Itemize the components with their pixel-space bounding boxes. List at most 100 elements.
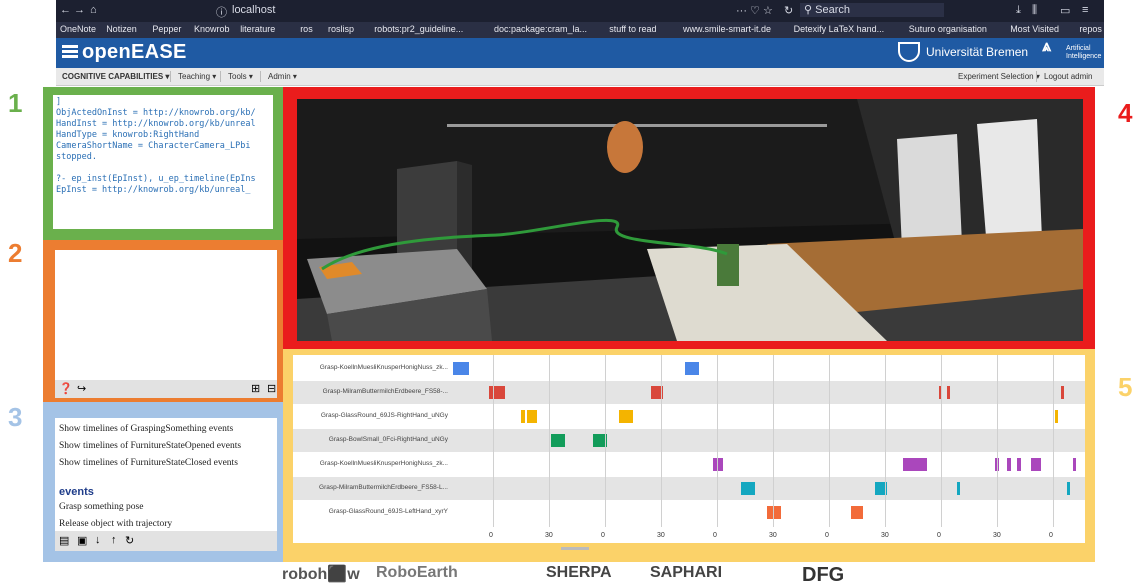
timeline-row: Grasp-BowlSmall_0Fci-RightHand_uNGy [293, 429, 1085, 452]
timeline-row-label: Grasp-BowlSmall_0Fci-RightHand_uNGy [328, 436, 448, 443]
save-icon[interactable]: ▣ [77, 534, 87, 547]
timeline-tick-label: 0 [937, 532, 941, 539]
timeline-gridline [605, 355, 606, 527]
timeline-event-bar[interactable] [527, 410, 537, 423]
bookmark-item[interactable]: OneNote [60, 24, 96, 34]
resize-handle[interactable] [561, 547, 589, 550]
console-output[interactable]: ] ObjActedOnInst = http://knowrob.org/kb/… [53, 95, 273, 229]
timeline-gridline [997, 355, 998, 527]
3d-canvas[interactable] [297, 99, 1083, 341]
library-toolbar: ▤ ▣ ↓ ↑ ↻ [55, 531, 277, 551]
library-query-item[interactable]: Show timelines of FurnitureStateClosed e… [59, 458, 238, 468]
reload-icon[interactable]: ↻ [784, 4, 793, 17]
main-menu: COGNITIVE CAPABILITIES ▾ Teaching ▾ Tool… [56, 68, 1104, 86]
menu-tools[interactable]: Tools ▾ [228, 72, 253, 81]
timeline-event-bar[interactable] [1061, 386, 1064, 399]
logo-icon [62, 45, 78, 59]
timeline-tick-label: 30 [545, 532, 553, 539]
run-query-icon[interactable]: ↪ [77, 382, 86, 395]
timeline-event-bar[interactable] [1073, 458, 1076, 471]
sherpa-logo: SHERPA [546, 564, 612, 581]
url-text[interactable]: localhost [232, 4, 275, 16]
timeline-gridline [941, 355, 942, 527]
menu-teaching[interactable]: Teaching ▾ [178, 72, 216, 81]
back-icon[interactable]: ← [60, 4, 71, 16]
panel-timeline: Grasp-KoellnMuesliKnusperHonigNuss_zk...… [283, 349, 1095, 562]
timeline-event-bar[interactable] [957, 482, 960, 495]
arrow-down-icon[interactable]: ↓ [95, 534, 101, 546]
menu-icon[interactable]: ≡ [1082, 4, 1088, 16]
library-query-item[interactable]: Show timelines of FurnitureStateOpened e… [59, 441, 241, 451]
library-event-item[interactable]: Release object with trajectory [59, 519, 172, 529]
timeline-event-bar[interactable] [1055, 410, 1058, 423]
bookmark-item[interactable]: Most Visited [1010, 24, 1059, 34]
timeline-row: Grasp-GlassRound_69JS-RightHand_uNGy [293, 405, 1085, 428]
bookmark-item[interactable]: Detexify LaTeX hand... [794, 24, 885, 34]
bookmark-item[interactable]: stuff to read [609, 24, 656, 34]
robohow-logo: roboh⬛w [282, 566, 360, 583]
zoom-out-icon[interactable]: ⊟ [267, 382, 276, 395]
bookmark-item[interactable]: Notizen [106, 24, 137, 34]
timeline-event-bar[interactable] [551, 434, 565, 447]
timeline-gridline [1053, 355, 1054, 527]
timeline-row-label: Grasp-KoellnMuesliKnusperHonigNuss_zk... [319, 364, 448, 371]
bookmark-item[interactable]: Knowrob [194, 24, 230, 34]
brand-logo[interactable]: openEASE [62, 41, 187, 64]
timeline-row: Grasp-MilramButtermilchErdbeere_FS58-L..… [293, 477, 1085, 500]
refresh-icon[interactable]: ↻ [125, 534, 134, 547]
timeline-event-bar[interactable] [1067, 482, 1070, 495]
timeline-event-bar[interactable] [453, 362, 469, 375]
bookmark-item[interactable]: www.smile-smart-it.de [683, 24, 771, 34]
menu-cognitive-capabilities[interactable]: COGNITIVE CAPABILITIES ▾ [62, 72, 169, 81]
bookmark-item[interactable]: Suturo organisation [909, 24, 987, 34]
timeline-row-label: Grasp-GlassRound_69JS-RightHand_uNGy [320, 412, 448, 419]
timeline-event-bar[interactable] [851, 506, 863, 519]
download-icon[interactable]: ⤓ [1016, 4, 1021, 17]
forward-icon[interactable]: → [74, 4, 85, 16]
bookmark-item[interactable]: repos [1079, 24, 1102, 34]
timeline-event-bar[interactable] [713, 458, 723, 471]
timeline-chart[interactable]: Grasp-KoellnMuesliKnusperHonigNuss_zk...… [293, 355, 1085, 543]
document-icon[interactable]: ▤ [59, 534, 69, 547]
logout-link[interactable]: Logout admin [1044, 72, 1092, 81]
timeline-event-bar[interactable] [521, 410, 525, 423]
sidebar-icon[interactable]: ▭ [1060, 4, 1070, 17]
library-icon[interactable]: ⫼ [1032, 4, 1037, 17]
experiment-selection[interactable]: Experiment Selection ▾ [958, 72, 1040, 81]
timeline-event-bar[interactable] [767, 506, 781, 519]
library-event-item[interactable]: Grasp something pose [59, 502, 143, 512]
console-line: ObjActedOnInst = http://knowrob.org/kb/ [56, 108, 256, 118]
timeline-event-bar[interactable] [489, 386, 505, 399]
timeline-event-bar[interactable] [619, 410, 633, 423]
bookmark-item[interactable]: roslisp [328, 24, 354, 34]
menu-admin[interactable]: Admin ▾ [268, 72, 297, 81]
timeline-event-bar[interactable] [903, 458, 927, 471]
timeline-event-bar[interactable] [685, 362, 699, 375]
sponsor-logos: roboh⬛w RoboEarth SHERPA SAPHARI DFG [282, 562, 882, 586]
timeline-event-bar[interactable] [1017, 458, 1021, 471]
timeline-event-bar[interactable] [741, 482, 755, 495]
timeline-event-bar[interactable] [947, 386, 950, 399]
timeline-event-bar[interactable] [1007, 458, 1011, 471]
bookmark-item[interactable]: literature [240, 24, 275, 34]
page-actions-icon[interactable]: ··· ♡ ☆ [736, 4, 773, 17]
query-editor[interactable] [55, 250, 277, 380]
timeline-row: Grasp-KoellnMuesliKnusperHonigNuss_zk... [293, 357, 1085, 380]
help-icon[interactable]: ❓ [59, 382, 73, 395]
arrow-up-icon[interactable]: ↑ [111, 534, 117, 546]
console-line: HandType = knowrob:RightHand [56, 130, 200, 140]
zoom-in-icon[interactable]: ⊞ [251, 382, 260, 395]
bookmark-item[interactable]: robots:pr2_guideline... [374, 24, 463, 34]
bookmark-item[interactable]: ros [300, 24, 313, 34]
panel-query-library: Show timelines of GraspingSomething even… [43, 402, 283, 562]
timeline-event-bar[interactable] [1031, 458, 1041, 471]
bookmark-item[interactable]: Pepper [152, 24, 181, 34]
search-input[interactable]: ⚲ Search [800, 3, 944, 17]
saphari-logo: SAPHARI [650, 564, 723, 581]
panel-query-editor: ❓ ↪ ⊞ ⊟ [43, 240, 283, 402]
bookmark-item[interactable]: doc:package:cram_la... [494, 24, 587, 34]
url-bar[interactable]: ← → ⌂ ⓘ localhost ··· ♡ ☆ ↻ ⚲ Search ⤓ ⫼… [56, 0, 1104, 22]
library-query-item[interactable]: Show timelines of GraspingSomething even… [59, 424, 233, 434]
home-icon[interactable]: ⌂ [90, 4, 97, 16]
